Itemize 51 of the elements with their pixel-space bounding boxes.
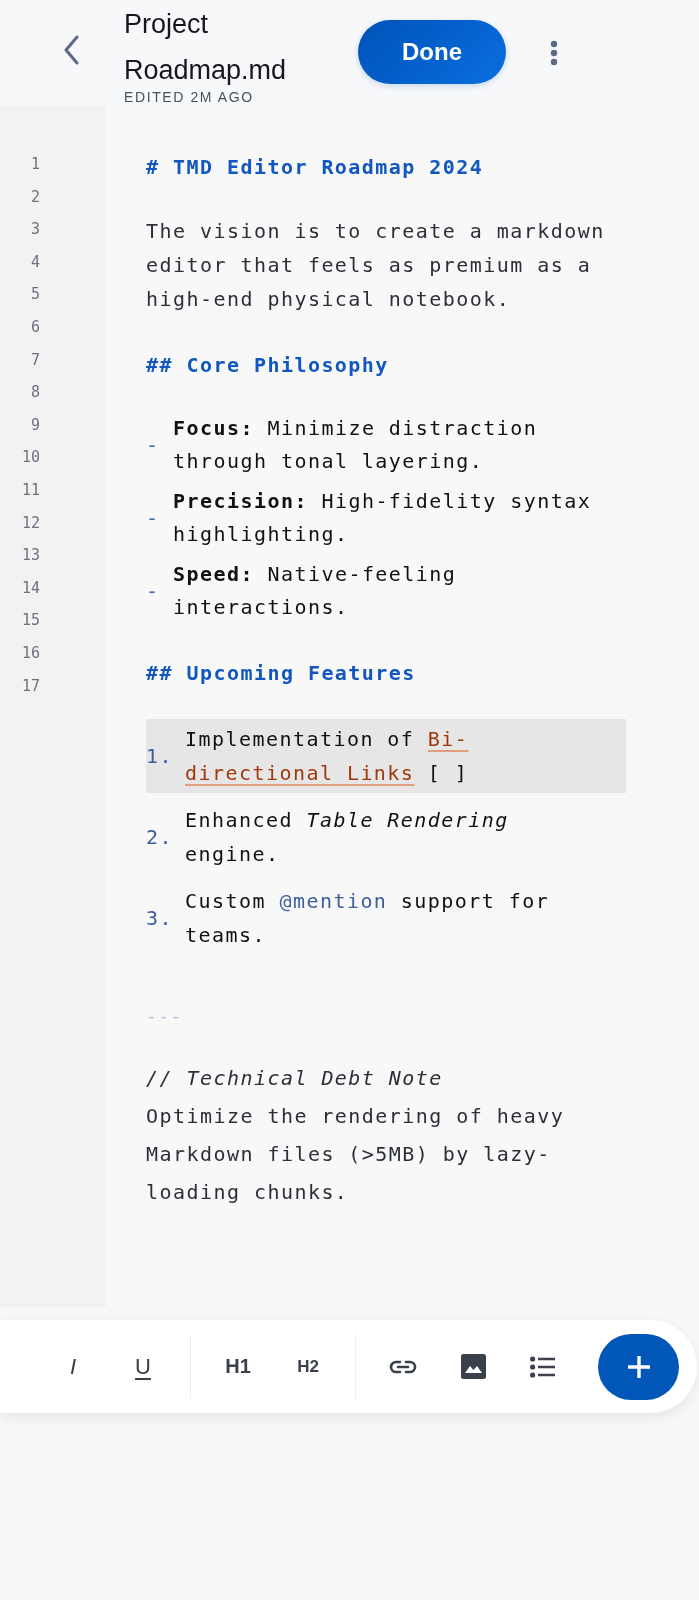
list-item-text: Focus: Minimize distraction through tonal layering. — [173, 415, 539, 475]
list-item-text: Enhanced Table Rendering engine. — [185, 807, 510, 868]
wiki-link[interactable]: directional Links — [185, 761, 415, 785]
subheading: ## Upcoming Features — [146, 660, 417, 687]
line-number: 14 — [20, 577, 40, 599]
bullet-marker: - — [146, 505, 161, 532]
line-number: 4 — [29, 251, 40, 273]
line-number: 2 — [29, 186, 40, 208]
paragraph: The vision is to create a markdown editor that feels as premium as a high-end physical notebook. — [146, 218, 606, 313]
more-icon — [550, 40, 558, 66]
wiki-link[interactable]: Bi- — [427, 727, 469, 751]
line-number: 11 — [20, 479, 40, 501]
list-item-text: Implementation of Bi- directional Links [ ] — [185, 726, 470, 787]
line-number: 17 — [20, 675, 40, 697]
line-number: 16 — [20, 642, 40, 664]
back-icon — [63, 35, 79, 65]
list-item-text: Precision: High-fidelity syntax highlighting. — [173, 488, 593, 548]
line-number: 3 — [29, 219, 40, 241]
bullet-list-icon — [530, 1355, 556, 1378]
italic-button[interactable]: I — [56, 1341, 90, 1392]
paragraph: Optimize the rendering of heavy Markdown files (>5MB) by lazy-loading chunks. — [146, 1103, 566, 1206]
link-icon — [389, 1359, 417, 1374]
line-number: 9 — [29, 414, 40, 436]
done-button[interactable]: Done — [358, 20, 506, 84]
list-number: 1. — [146, 743, 174, 770]
underline-button[interactable]: U — [126, 1341, 160, 1392]
subheading: ## Core Philosophy — [146, 352, 390, 379]
bullet-marker: - — [146, 578, 161, 605]
line-number: 12 — [20, 512, 40, 534]
line-number: 7 — [29, 349, 40, 371]
heading-button[interactable]: H2 — [291, 1341, 325, 1392]
list-number: 3. — [146, 905, 174, 932]
list-number: 2. — [146, 824, 174, 851]
comment-line: // Technical Debt Note — [146, 1065, 444, 1092]
plus-icon — [626, 1354, 651, 1379]
line-number: 6 — [29, 316, 40, 338]
line-number: 5 — [29, 284, 40, 306]
image-icon — [460, 1354, 486, 1379]
line-number: 13 — [20, 545, 40, 567]
line-number: 1 — [29, 154, 40, 175]
file-title: Project Roadmap.md — [124, 8, 288, 87]
list-item-text: Speed: Native-feeling interactions. — [173, 561, 458, 621]
heading: # TMD Editor Roadmap 2024 — [146, 154, 485, 181]
heading-button[interactable]: H1 — [221, 1341, 255, 1392]
bullet-marker: - — [146, 432, 161, 459]
line-number: 8 — [29, 382, 40, 404]
horizontal-rule-markup: --- — [146, 1004, 184, 1028]
edited-time: EDITED 2M AGO — [124, 89, 255, 105]
line-number: 10 — [20, 447, 40, 469]
line-number: 15 — [20, 610, 40, 632]
list-item-text: Custom @mention support for teams. — [185, 888, 551, 949]
